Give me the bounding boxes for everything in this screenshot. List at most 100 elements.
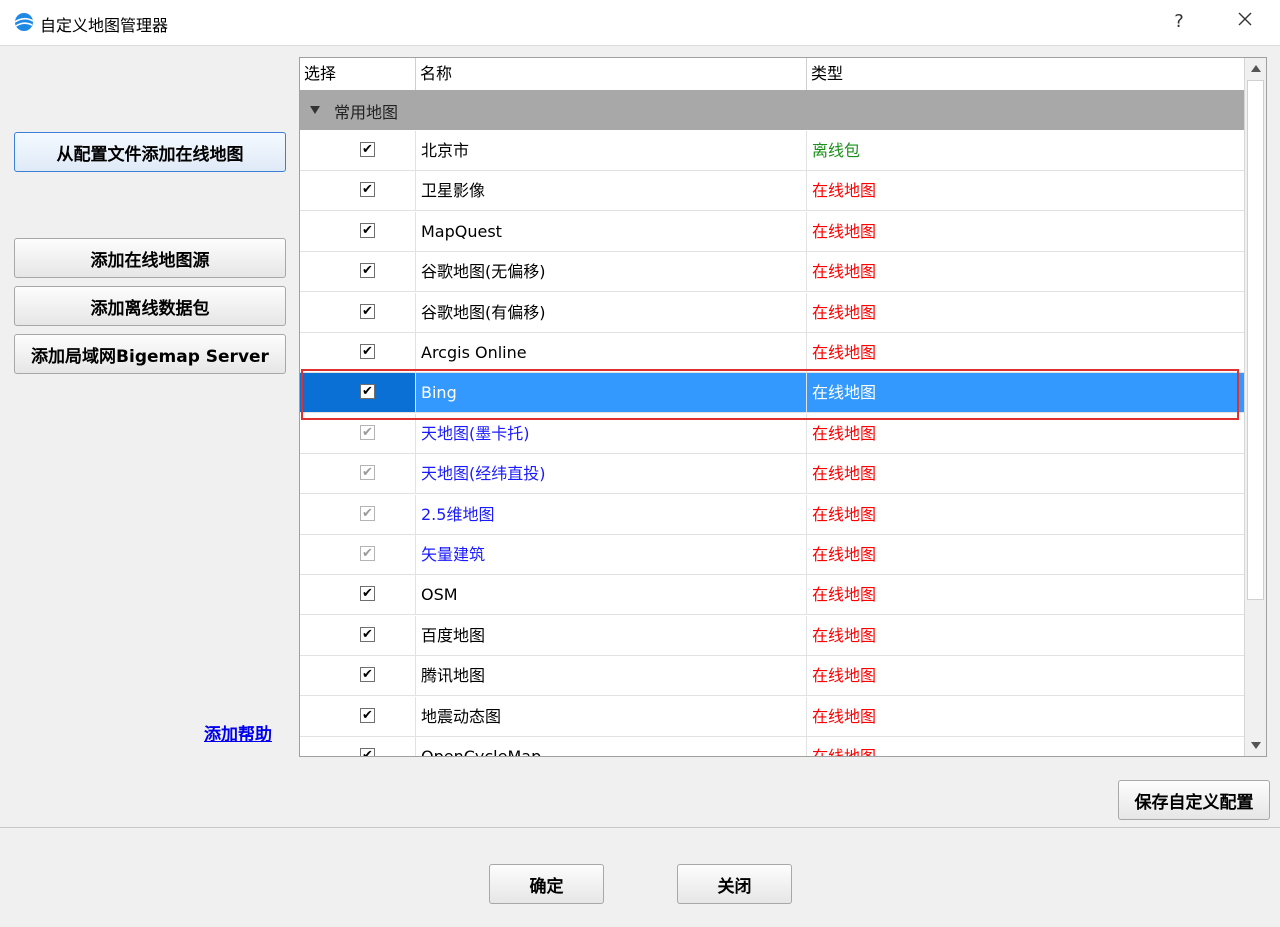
row-checkbox[interactable]: ✔: [360, 424, 375, 440]
map-type: 在线地图: [812, 747, 877, 757]
table-row[interactable]: ✔ 谷歌地图(有偏移) 在线地图: [300, 292, 1244, 333]
ok-button[interactable]: 确定: [489, 864, 604, 904]
select-cell: ✔: [300, 131, 416, 170]
map-type: 离线包: [812, 141, 861, 160]
select-cell: ✔: [300, 656, 416, 696]
table-row[interactable]: ✔ OpenCycleMap 在线地图: [300, 737, 1244, 756]
map-name: OpenCycleMap: [416, 737, 807, 756]
map-name: MapQuest: [416, 211, 807, 251]
table-row[interactable]: ✔ 矢量建筑 在线地图: [300, 535, 1244, 575]
select-cell: ✔: [300, 292, 416, 332]
map-type: 在线地图: [812, 504, 877, 524]
select-cell: ✔: [300, 413, 416, 453]
select-cell: ✔: [300, 737, 416, 756]
map-name: 谷歌地图(有偏移): [416, 292, 807, 332]
row-checkbox[interactable]: ✔: [360, 667, 375, 683]
save-config-button[interactable]: 保存自定义配置: [1118, 780, 1270, 820]
column-header-name[interactable]: 名称: [416, 58, 807, 90]
table-row[interactable]: ✔ MapQuest 在线地图: [300, 211, 1244, 252]
map-name: 北京市: [416, 131, 807, 170]
map-name: Arcgis Online: [416, 333, 807, 372]
row-checkbox[interactable]: ✔: [360, 505, 375, 521]
map-type: 在线地图: [812, 625, 877, 645]
row-checkbox[interactable]: ✔: [360, 586, 375, 602]
row-checkbox[interactable]: ✔: [360, 344, 375, 359]
row-checkbox[interactable]: ✔: [360, 707, 375, 723]
vertical-scrollbar[interactable]: [1244, 58, 1266, 756]
table-row[interactable]: ✔ Arcgis Online 在线地图: [300, 333, 1244, 373]
row-checkbox[interactable]: ✔: [360, 222, 375, 238]
map-type: 在线地图: [812, 262, 877, 282]
select-cell: ✔: [300, 211, 416, 251]
select-cell: ✔: [300, 454, 416, 494]
row-checkbox[interactable]: ✔: [360, 142, 375, 157]
table-row[interactable]: ✔ 百度地图 在线地图: [300, 615, 1244, 656]
row-checkbox[interactable]: ✔: [360, 748, 375, 756]
row-checkbox[interactable]: ✔: [360, 626, 375, 642]
table-row[interactable]: ✔ 北京市 离线包: [300, 131, 1244, 171]
row-checkbox[interactable]: ✔: [360, 263, 375, 279]
help-button[interactable]: ?: [1166, 8, 1192, 36]
row-checkbox[interactable]: ✔: [360, 182, 375, 198]
select-cell: ✔: [300, 575, 416, 615]
add-offline-package-button[interactable]: 添加离线数据包: [14, 286, 286, 326]
scroll-down-icon[interactable]: [1251, 742, 1261, 749]
group-label: 常用地图: [334, 103, 399, 122]
add-from-config-button[interactable]: 从配置文件添加在线地图: [14, 132, 286, 172]
scroll-up-icon[interactable]: [1251, 65, 1261, 72]
group-row-common-maps[interactable]: 常用地图: [300, 90, 1244, 130]
map-name: 百度地图: [416, 615, 807, 655]
column-header-type[interactable]: 类型: [807, 58, 1244, 90]
map-name: 矢量建筑: [416, 535, 807, 574]
add-lan-server-button[interactable]: 添加局域网Bigemap Server: [14, 334, 286, 374]
close-button[interactable]: 关闭: [677, 864, 792, 904]
map-name: 天地图(经纬直投): [416, 454, 807, 494]
map-type: 在线地图: [812, 221, 877, 241]
table-row[interactable]: ✔ 卫星影像 在线地图: [300, 171, 1244, 212]
table-row[interactable]: ✔ Bing 在线地图: [300, 373, 1244, 414]
select-cell: ✔: [300, 615, 416, 655]
map-type: 在线地图: [812, 302, 877, 322]
map-type: 在线地图: [812, 464, 877, 484]
map-type: 在线地图: [812, 383, 877, 403]
map-name: 谷歌地图(无偏移): [416, 252, 807, 292]
table-row[interactable]: ✔ 腾讯地图 在线地图: [300, 656, 1244, 697]
map-name: 腾讯地图: [416, 656, 807, 696]
select-cell: ✔: [300, 535, 416, 574]
close-window-button[interactable]: [1230, 8, 1260, 36]
row-checkbox[interactable]: ✔: [360, 384, 375, 400]
map-type: 在线地图: [812, 666, 877, 686]
table-row[interactable]: ✔ 天地图(墨卡托) 在线地图: [300, 413, 1244, 454]
map-type: 在线地图: [812, 343, 877, 362]
scrollbar-thumb[interactable]: [1247, 80, 1264, 600]
row-checkbox[interactable]: ✔: [360, 303, 375, 319]
table-row[interactable]: ✔ OSM 在线地图: [300, 575, 1244, 616]
select-cell: ✔: [300, 373, 416, 413]
select-cell: ✔: [300, 171, 416, 211]
map-list-tree[interactable]: 选择 名称 类型 常用地图 ✔ 北京市 离线包 ✔ 卫星影像 在线地图 ✔ MapQuest 在…: [299, 57, 1267, 757]
map-name: Bing: [416, 373, 807, 413]
map-name: 2.5维地图: [416, 494, 807, 534]
table-row[interactable]: ✔ 2.5维地图 在线地图: [300, 494, 1244, 535]
table-row[interactable]: ✔ 天地图(经纬直投) 在线地图: [300, 454, 1244, 495]
map-type: 在线地图: [812, 706, 877, 726]
globe-icon: [14, 13, 34, 31]
row-checkbox[interactable]: ✔: [360, 546, 375, 561]
map-type: 在线地图: [812, 181, 877, 201]
column-header-select[interactable]: 选择: [300, 58, 416, 90]
table-row[interactable]: ✔ 地震动态图 在线地图: [300, 696, 1244, 737]
expand-arrow-icon[interactable]: [310, 106, 320, 114]
add-help-link[interactable]: 添加帮助: [204, 720, 272, 745]
window-title: 自定义地图管理器: [40, 16, 169, 35]
add-online-source-button[interactable]: 添加在线地图源: [14, 238, 286, 278]
map-name: 天地图(墨卡托): [416, 413, 807, 453]
select-cell: ✔: [300, 696, 416, 736]
select-cell: ✔: [300, 333, 416, 372]
title-bar: 自定义地图管理器 ?: [0, 0, 1280, 46]
select-cell: ✔: [300, 494, 416, 534]
close-icon: [1238, 12, 1252, 26]
map-name: OSM: [416, 575, 807, 615]
table-row[interactable]: ✔ 谷歌地图(无偏移) 在线地图: [300, 252, 1244, 293]
row-checkbox[interactable]: ✔: [360, 465, 375, 481]
select-cell: ✔: [300, 252, 416, 292]
